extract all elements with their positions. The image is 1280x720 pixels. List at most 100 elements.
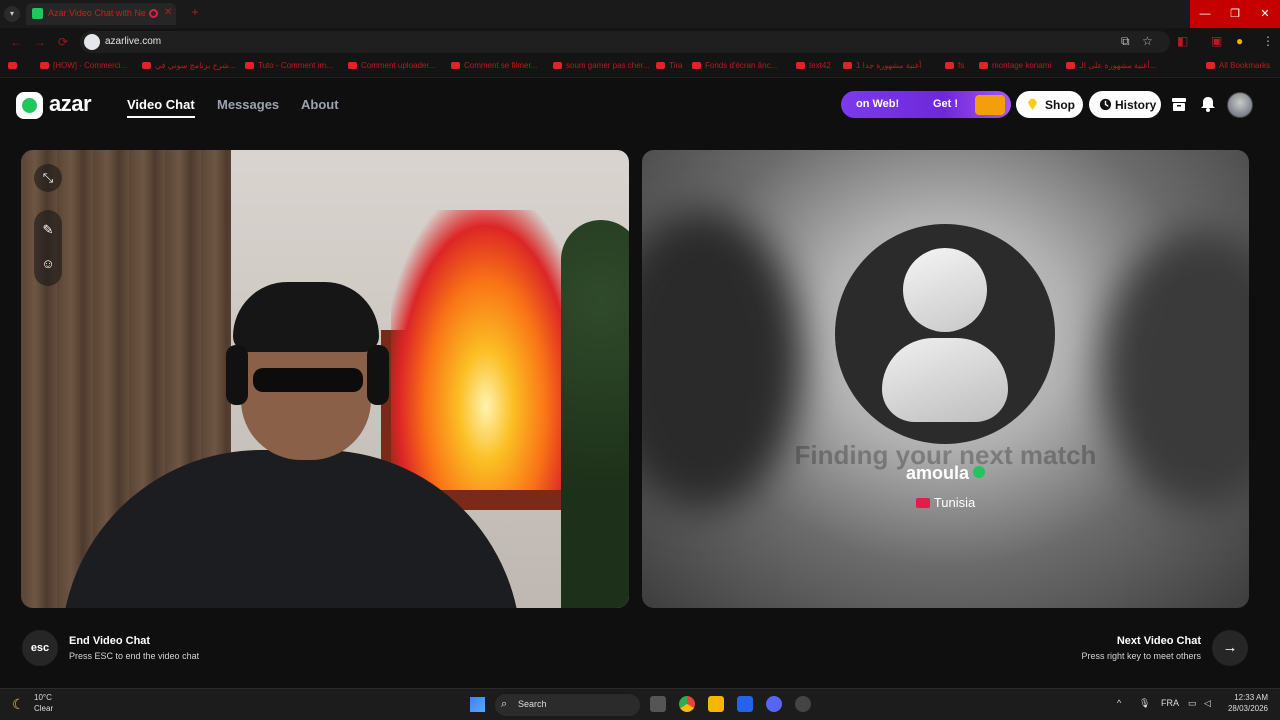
nav-video-chat[interactable]: Video Chat bbox=[127, 97, 195, 112]
archive-icon[interactable] bbox=[1170, 95, 1188, 113]
nav-about[interactable]: About bbox=[301, 97, 339, 112]
bookmark-item[interactable]: Fonds d'écran ânc... bbox=[692, 61, 777, 70]
file-explorer-icon[interactable] bbox=[708, 696, 724, 712]
history-label: History bbox=[1115, 98, 1157, 112]
site-header: azar Video Chat Messages About on Web! G… bbox=[0, 79, 1280, 129]
extension-icon[interactable]: ◧ bbox=[1177, 34, 1188, 48]
bell-icon[interactable] bbox=[1199, 95, 1217, 113]
bookmark-item[interactable]: montage konami bbox=[979, 61, 1051, 70]
minimize-video-icon[interactable]: ⤡ bbox=[34, 164, 62, 192]
all-bookmarks[interactable]: All Bookmarks bbox=[1206, 61, 1270, 70]
search-label: Search bbox=[518, 699, 547, 709]
url-text: azarlive.com bbox=[105, 36, 162, 47]
url-field[interactable]: azarlive.com bbox=[80, 31, 1170, 53]
network-icon[interactable]: ▭ bbox=[1188, 698, 1197, 709]
gem-icon bbox=[1027, 98, 1038, 111]
moon-weather-icon[interactable]: ☾ bbox=[12, 696, 25, 713]
bookmark-item[interactable]: 1 أغنية مشهورة جدا bbox=[843, 61, 921, 70]
azar-logo-icon[interactable] bbox=[16, 92, 43, 119]
clock-icon bbox=[1099, 98, 1112, 111]
treasure-chest-icon bbox=[975, 95, 1005, 115]
weather-temp: 10°C bbox=[34, 693, 52, 702]
bookmark-item[interactable]: Tuto - Comment im... bbox=[245, 61, 333, 70]
browser-tab[interactable]: Azar Video Chat with Ne ✕ bbox=[26, 3, 176, 25]
task-view-icon[interactable] bbox=[650, 696, 666, 712]
browser-tab-strip: ▾ Azar Video Chat with Ne ✕ + — ❐ ✕ bbox=[0, 0, 1280, 28]
tunisia-flag-icon bbox=[915, 498, 930, 508]
bookmark-item[interactable]: text42 bbox=[796, 61, 831, 70]
cast-icon[interactable]: ⧉ bbox=[1121, 34, 1130, 49]
tab-close-icon[interactable]: ✕ bbox=[164, 7, 172, 18]
match-country: Tunisia bbox=[642, 495, 1249, 510]
end-chat-hint: Press ESC to end the video chat bbox=[69, 651, 200, 661]
history-button[interactable]: History bbox=[1089, 91, 1161, 118]
bookmark-item[interactable]: Comment se filmer... bbox=[451, 61, 537, 70]
self-video-panel: ⤡ ✎ ☺ bbox=[21, 150, 629, 608]
sunglasses bbox=[253, 368, 363, 392]
clock-time[interactable]: 12:33 AM bbox=[1230, 693, 1268, 702]
promo-text: on Web! bbox=[856, 98, 900, 110]
next-chat-button[interactable]: → bbox=[1212, 630, 1248, 666]
bookmark-item[interactable]: أغنية مشهورة على الـ... bbox=[1066, 61, 1156, 70]
app-icon[interactable] bbox=[795, 696, 811, 712]
volume-icon[interactable]: ◁ bbox=[1204, 698, 1211, 709]
extension-icon-2[interactable]: ▣ bbox=[1211, 34, 1222, 48]
nav-messages[interactable]: Messages bbox=[217, 97, 279, 112]
bookmark-item[interactable]: soum gamer pas cher... bbox=[553, 61, 650, 70]
match-name: amoula bbox=[642, 463, 1249, 484]
bookmark-star-icon[interactable]: ☆ bbox=[1142, 34, 1153, 48]
restore-button[interactable]: ❐ bbox=[1220, 0, 1250, 28]
weather-status: Clear bbox=[34, 704, 54, 713]
magic-wand-icon[interactable]: ✎ bbox=[34, 216, 62, 244]
language-indicator[interactable]: FRA bbox=[1161, 698, 1179, 708]
end-chat-button[interactable]: esc bbox=[22, 630, 58, 666]
promo-text-2: Get ! bbox=[933, 98, 959, 110]
tab-title: Azar Video Chat with Ne bbox=[48, 8, 146, 18]
bookmarks-bar: [HOW] - Commerci... شرح برنامج سوني في..… bbox=[0, 56, 1280, 78]
default-avatar-body bbox=[882, 338, 1008, 422]
forward-icon[interactable]: → bbox=[34, 35, 46, 49]
back-icon[interactable]: ← bbox=[10, 35, 22, 49]
store-icon[interactable] bbox=[737, 696, 753, 712]
taskbar-search[interactable]: ⌕ Search bbox=[495, 694, 640, 716]
background-plant bbox=[561, 220, 629, 608]
headset-right bbox=[367, 345, 389, 405]
azar-logo-text[interactable]: azar bbox=[49, 91, 92, 117]
windows-start-icon[interactable] bbox=[470, 697, 485, 712]
show-hidden-icons[interactable]: ^ bbox=[1117, 698, 1121, 708]
clock-date[interactable]: 28/03/2026 bbox=[1222, 704, 1268, 713]
match-country-text: Tunisia bbox=[933, 495, 976, 510]
tab-search-icon[interactable]: ▾ bbox=[4, 6, 20, 22]
user-hair bbox=[233, 282, 379, 352]
face-filter-icon[interactable]: ☺ bbox=[34, 250, 62, 278]
reload-icon[interactable]: ⟳ bbox=[58, 35, 68, 49]
chrome-icon[interactable] bbox=[679, 696, 695, 712]
discord-icon[interactable] bbox=[766, 696, 782, 712]
recording-indicator-icon bbox=[149, 9, 158, 18]
headset-left bbox=[226, 345, 248, 405]
new-tab-button[interactable]: + bbox=[188, 5, 202, 19]
bookmark-item[interactable]: شرح برنامج سوني في... bbox=[142, 61, 236, 70]
nav-active-underline bbox=[127, 116, 195, 118]
windows-taskbar: ☾ 10°C Clear ⌕ Search ^ 🎙 FRA ▭ ◁ 12:33 … bbox=[0, 688, 1280, 720]
next-chat-title: Next Video Chat bbox=[1116, 635, 1201, 647]
bookmark-item[interactable]: Comment uploader... bbox=[348, 61, 435, 70]
address-bar-row: ← → ⟳ azarlive.com ⧉ ☆ ◧ ▣ ● ⋮ bbox=[0, 28, 1280, 56]
microphone-icon[interactable]: 🎙 bbox=[1139, 698, 1150, 709]
promo-banner[interactable]: on Web! Get ! bbox=[841, 91, 1011, 118]
match-video-panel: Finding your next match amoula Tunisia bbox=[642, 150, 1249, 608]
close-window-button[interactable]: ✕ bbox=[1250, 0, 1280, 28]
shop-button[interactable]: Shop bbox=[1016, 91, 1083, 118]
bookmark-item[interactable]: fs bbox=[945, 61, 964, 70]
shop-label: Shop bbox=[1045, 98, 1075, 112]
minimize-button[interactable]: — bbox=[1190, 0, 1220, 28]
user-avatar[interactable] bbox=[1227, 92, 1253, 118]
bookmark-item[interactable]: [HOW] - Commerci... bbox=[40, 61, 127, 70]
browser-menu-icon[interactable]: ⋮ bbox=[1262, 34, 1274, 48]
profile-icon[interactable]: ● bbox=[1236, 34, 1243, 48]
apps-icon[interactable] bbox=[8, 61, 21, 70]
bookmark-item[interactable]: Tira bbox=[656, 61, 682, 70]
azar-favicon-icon bbox=[32, 8, 43, 19]
site-info-icon[interactable] bbox=[84, 34, 100, 50]
match-avatar bbox=[835, 224, 1055, 444]
